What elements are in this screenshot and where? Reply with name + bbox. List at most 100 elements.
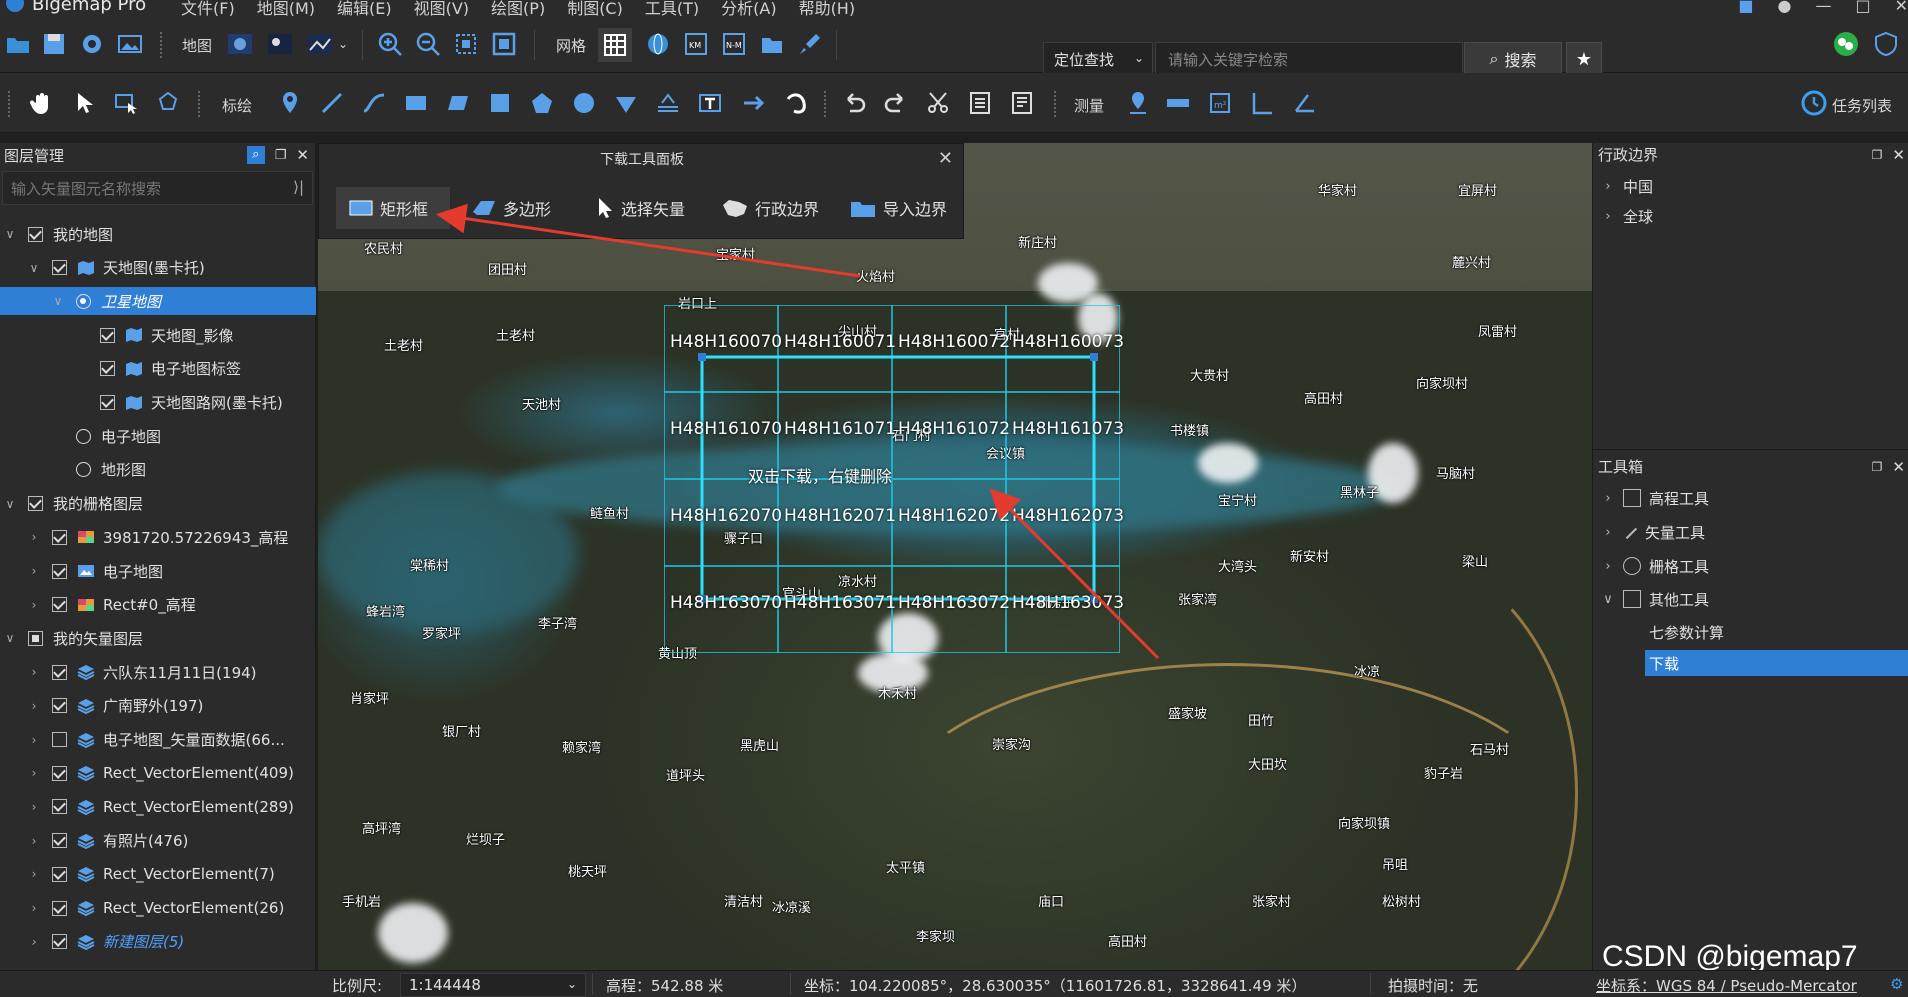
layer-checkbox[interactable] (100, 395, 115, 410)
expand-icon[interactable]: › (26, 733, 42, 747)
layer-row[interactable]: 地形图 (0, 456, 316, 484)
box-select-icon[interactable] (112, 89, 140, 117)
layer-row[interactable]: › 电子地图_矢量面数据(66... (0, 726, 316, 754)
admin-boundary-button[interactable]: 行政边界 (709, 186, 831, 230)
measure-area-icon[interactable]: m² (1206, 89, 1234, 117)
map-dropdown-chevron-icon[interactable]: ⌄ (338, 37, 348, 51)
layer-row[interactable]: 电子地图标签 (0, 355, 316, 383)
float-panel-icon[interactable]: ❐ (275, 148, 287, 163)
import-boundary-button[interactable]: 导入边界 (837, 186, 959, 230)
menu-draw[interactable]: 绘图(P) (480, 0, 556, 16)
toolbox-download[interactable]: 下载 (1645, 650, 1908, 676)
map-canvas[interactable]: 农民村 团田村 宝家村 火焰村 新庄村 华家村 宜屏村 麓兴村 岩口上 土老村 土老村 尖山村 官村 凤雷… (318, 143, 1592, 970)
select-arrow-icon[interactable] (70, 89, 98, 117)
collapse-icon[interactable]: ∨ (26, 261, 42, 275)
search-button[interactable]: ⌕ 搜索 (1464, 42, 1562, 76)
settings-icon[interactable] (78, 30, 106, 58)
pentagon-icon[interactable] (528, 89, 556, 117)
pan-hand-icon[interactable] (28, 89, 56, 117)
km-grid-icon[interactable]: KM (682, 30, 710, 58)
toolbox-other[interactable]: ∨ 其他工具 (1593, 584, 1908, 614)
menu-tools[interactable]: 工具(T) (634, 0, 710, 16)
expand-icon[interactable]: › (26, 800, 42, 814)
polygon-download-button[interactable]: 多边形 (459, 186, 563, 230)
marker-pin-icon[interactable] (276, 89, 304, 117)
select-vector-button[interactable]: 选择矢量 (583, 186, 697, 230)
sector-icon[interactable] (612, 89, 640, 117)
export-grid-icon[interactable] (758, 30, 786, 58)
layer-checkbox[interactable] (52, 799, 67, 815)
menu-map[interactable]: 地图(M) (246, 0, 326, 16)
measure-point-icon[interactable] (1124, 89, 1152, 117)
menu-edit[interactable]: 编辑(E) (326, 0, 403, 16)
save-icon[interactable] (40, 30, 68, 58)
layer-row[interactable]: › 有照片(476) (0, 827, 316, 855)
close-panel-icon[interactable]: ✕ (296, 146, 309, 164)
measure-distance-icon[interactable] (1164, 89, 1192, 117)
expand-icon[interactable]: › (1593, 559, 1623, 574)
expand-icon[interactable]: › (26, 665, 42, 679)
layer-row[interactable]: › 广南野外(197) (0, 692, 316, 720)
text-baseline-icon[interactable] (654, 89, 682, 117)
layer-row[interactable]: › 3981720.57226943_高程 (0, 523, 316, 551)
menu-cartography[interactable]: 制图(C) (556, 0, 634, 16)
zoom-extent-icon[interactable] (452, 30, 480, 58)
chat-icon[interactable]: ■ (1738, 0, 1753, 15)
wechat-icon[interactable] (1832, 30, 1860, 58)
zoom-in-icon[interactable] (376, 30, 404, 58)
admin-item-global[interactable]: › 全球 (1593, 201, 1908, 231)
close-panel-icon[interactable]: ✕ (1892, 143, 1905, 167)
layer-row[interactable]: › Rect#0_高程 (0, 591, 316, 619)
layer-row[interactable]: ∨ 我的栅格图层 (0, 490, 316, 518)
measure-angle-icon[interactable] (1290, 89, 1318, 117)
layer-checkbox[interactable] (28, 496, 43, 512)
expand-icon[interactable]: › (26, 598, 42, 612)
expand-icon[interactable]: › (26, 564, 42, 578)
layer-row[interactable]: ∨ 卫星地图 (0, 287, 316, 316)
expand-icon[interactable]: › (26, 699, 42, 713)
search-input[interactable]: 请输入关键字检索 (1155, 42, 1463, 76)
layer-checkbox[interactable] (52, 732, 67, 747)
collapse-icon[interactable]: ∨ (1593, 592, 1623, 607)
close-window-icon[interactable]: ✕ (1895, 0, 1908, 15)
layer-checkbox[interactable] (100, 361, 115, 377)
full-extent-icon[interactable] (490, 30, 518, 58)
menu-help[interactable]: 帮助(H) (788, 0, 867, 16)
maximize-icon[interactable]: □ (1855, 0, 1870, 15)
layer-checkbox[interactable] (52, 934, 67, 950)
close-panel-icon[interactable]: ✕ (1892, 455, 1905, 479)
layer-row[interactable]: › 六队东11月11日(194) (0, 658, 316, 686)
toolbox-seven-param[interactable]: 七参数计算 (1593, 617, 1908, 647)
layer-row[interactable]: ∨ 我的矢量图层 (0, 624, 316, 652)
expand-icon[interactable]: › (26, 766, 42, 780)
layer-checkbox[interactable] (52, 563, 67, 579)
layer-checkbox[interactable] (28, 630, 43, 646)
layer-checkbox[interactable] (52, 664, 67, 680)
task-list-button[interactable]: 任务列表 (1832, 95, 1892, 116)
layer-checkbox[interactable] (52, 765, 67, 781)
user-icon[interactable]: ● (1778, 0, 1792, 15)
curved-arrow-icon[interactable] (782, 89, 810, 117)
expand-icon[interactable]: › (1593, 491, 1623, 506)
layer-radio[interactable] (76, 428, 91, 444)
expand-icon[interactable]: › (26, 935, 42, 949)
clear-grid-icon[interactable] (796, 30, 824, 58)
text-tool-icon[interactable] (696, 89, 724, 117)
layer-checkbox[interactable] (52, 529, 67, 545)
zoom-out-icon[interactable] (414, 30, 442, 58)
collapse-icon[interactable]: ∨ (2, 631, 18, 645)
menu-view[interactable]: 视图(V) (403, 0, 480, 16)
dark-map-icon[interactable] (306, 30, 334, 58)
layer-checkbox[interactable] (52, 866, 67, 882)
collapse-icon[interactable]: ∨ (50, 294, 66, 308)
polygon-select-icon[interactable] (154, 89, 182, 117)
layer-checkbox[interactable] (100, 327, 115, 343)
search-mode-select[interactable]: 定位查找 ⌄ (1043, 42, 1153, 76)
expand-icon[interactable]: › (26, 901, 42, 915)
undo-icon[interactable] (840, 89, 868, 117)
expand-icon[interactable]: › (26, 530, 42, 544)
expand-icon[interactable]: › (1593, 525, 1623, 540)
parallelogram-icon[interactable] (444, 89, 472, 117)
settings-gear-icon[interactable]: ⚙ (1890, 975, 1903, 993)
layer-row[interactable]: › Rect_VectorElement(7) (0, 860, 316, 888)
